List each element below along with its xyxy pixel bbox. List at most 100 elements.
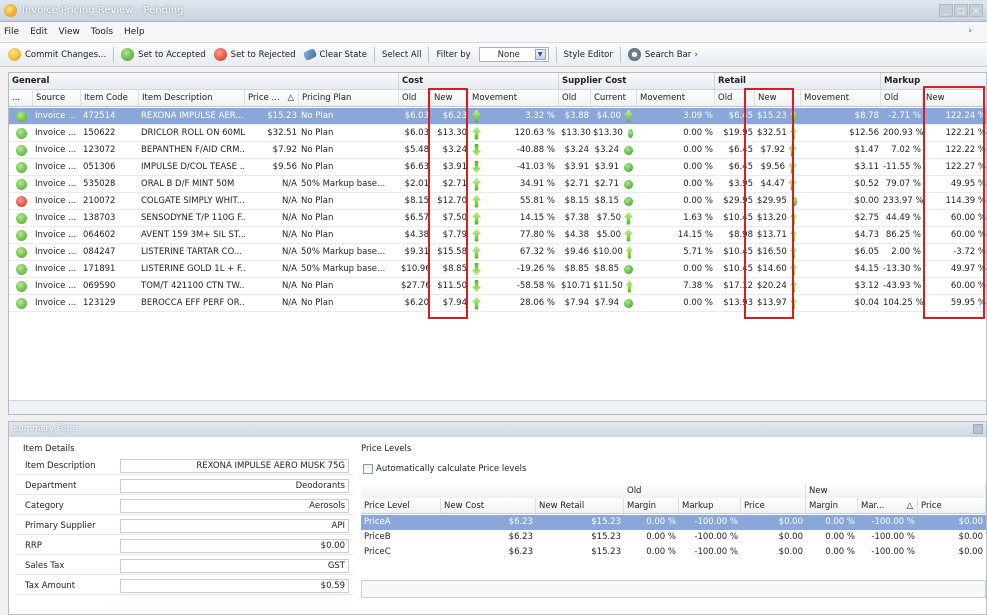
filter-dropdown[interactable]: None ▼: [478, 47, 549, 62]
menu-view[interactable]: View: [59, 27, 80, 37]
cell-retail-old: $10.45: [723, 247, 753, 257]
ph-new-retail[interactable]: New Retail: [536, 498, 624, 513]
menu-tools[interactable]: Tools: [91, 27, 113, 37]
cell-cost-new: $6.23: [442, 111, 467, 121]
table-row[interactable]: Invoice ... 069590 TOM/T 421100 CTN TW... N…: [9, 278, 986, 295]
cell-cost-old: $2.01: [404, 179, 429, 189]
table-row[interactable]: Invoice ... 535028 ORAL B D/F MINT 50M N/A 5…: [9, 176, 986, 193]
col-markup-new[interactable]: New: [923, 90, 986, 106]
style-editor-button[interactable]: Style Editor: [560, 45, 617, 65]
status-ok-icon[interactable]: [15, 161, 27, 173]
status-reject-icon[interactable]: [15, 195, 27, 207]
cell-markup-old: -13.30 %: [883, 264, 922, 274]
commit-button[interactable]: Commit Changes...: [4, 45, 110, 65]
col-supplier-movement[interactable]: Movement: [637, 90, 715, 106]
clear-state-button[interactable]: Clear State: [300, 45, 371, 65]
cell-supplier-current: $4.00: [591, 108, 637, 124]
status-ok-icon[interactable]: [15, 110, 27, 122]
col-item-code[interactable]: Item Code: [81, 90, 139, 106]
col-price[interactable]: Price ... △: [245, 90, 299, 106]
col-supplier-old[interactable]: Old: [559, 90, 591, 106]
detail-value-field[interactable]: Aerosols: [120, 499, 349, 513]
table-row[interactable]: Invoice ... 138703 SENSODYNE T/P 110G F...…: [9, 210, 986, 227]
detail-value-field[interactable]: $0.59: [120, 579, 349, 593]
maximize-button[interactable]: □: [954, 4, 968, 17]
table-row[interactable]: Invoice ... 051306 IMPULSE D/COL TEASE ...…: [9, 159, 986, 176]
ph-markup-new[interactable]: Mar... △: [858, 498, 918, 513]
col-source[interactable]: Source: [33, 90, 81, 106]
detail-value-field[interactable]: REXONA IMPULSE AERO MUSK 75G: [120, 459, 349, 473]
ph-margin-new[interactable]: Margin: [806, 498, 858, 513]
table-row[interactable]: Invoice ... 064602 AVENT 159 3M+ SIL ST...…: [9, 227, 986, 244]
price-levels-group-header: Old New: [361, 484, 986, 498]
price-level-row[interactable]: PriceA $6.23 $15.23 0.00 % -100.00 % $0.00 0.0…: [361, 515, 986, 530]
cell-retail-old: $6.45: [728, 111, 753, 121]
menu-help[interactable]: Help: [124, 27, 145, 37]
col-retail-movement[interactable]: Movement: [801, 90, 881, 106]
auto-calc-checkbox[interactable]: Automatically calculate Price levels: [361, 464, 986, 474]
ph-price-level[interactable]: Price Level: [361, 498, 441, 513]
cell-price-level: PriceC: [364, 547, 391, 557]
status-ok-icon[interactable]: [15, 178, 27, 190]
close-button[interactable]: ×: [969, 4, 983, 17]
table-row[interactable]: Invoice ... 171891 LISTERINE GOLD 1L + F..…: [9, 261, 986, 278]
cell-source: Invoice ...: [35, 281, 77, 291]
detail-label: Primary Supplier: [25, 521, 96, 531]
cell-value: $7.94: [594, 298, 619, 308]
cell-retail-old: $10.45: [723, 213, 753, 223]
ph-margin[interactable]: Margin: [624, 498, 679, 513]
col-cost-movement[interactable]: Movement: [469, 90, 559, 106]
no-change-dot-icon: [791, 196, 797, 206]
status-ok-icon[interactable]: [15, 229, 27, 241]
cell-cost-movement: -58.58 %: [469, 278, 559, 294]
set-rejected-button[interactable]: Set to Rejected: [210, 45, 300, 65]
status-ok-icon[interactable]: [15, 212, 27, 224]
search-bar-button[interactable]: Search Bar ›: [624, 45, 702, 65]
col-supplier-current[interactable]: Current: [591, 90, 637, 106]
minimize-button[interactable]: _: [939, 4, 953, 17]
col-retail-new[interactable]: New: [755, 90, 801, 106]
detail-value-field[interactable]: $0.00: [120, 539, 349, 553]
ph-price-new[interactable]: Price: [918, 498, 986, 513]
menu-edit[interactable]: Edit: [30, 27, 47, 37]
detail-value-field[interactable]: API: [120, 519, 349, 533]
cell-cost-new: $15.58: [437, 247, 467, 257]
cell-supplier-current: $13.30: [591, 125, 637, 141]
status-ok-icon[interactable]: [15, 297, 27, 309]
grid-rows: Invoice ... 472514 REXONA IMPULSE AER... $1…: [9, 108, 986, 312]
table-row[interactable]: Invoice ... 123072 BEPANTHEN F/AID CRM... $…: [9, 142, 986, 159]
table-row[interactable]: Invoice ... 472514 REXONA IMPULSE AER... $1…: [9, 108, 986, 125]
table-row[interactable]: Invoice ... 150622 DRICLOR ROLL ON 60ML $32…: [9, 125, 986, 142]
cell-item-code: 535028: [83, 179, 116, 189]
col-state[interactable]: ...: [9, 90, 33, 106]
col-cost-old[interactable]: Old: [399, 90, 431, 106]
table-row[interactable]: Invoice ... 123129 BEROCCA EFF PERF OR... N…: [9, 295, 986, 312]
col-item-description[interactable]: Item Description: [139, 90, 245, 106]
detail-value-field[interactable]: Deodorants: [120, 479, 349, 493]
status-ok-icon[interactable]: [15, 144, 27, 156]
col-pricing-plan[interactable]: Pricing Plan: [299, 90, 399, 106]
set-accepted-button[interactable]: Set to Accepted: [117, 45, 210, 65]
status-ok-icon[interactable]: [15, 127, 27, 139]
ph-new-cost[interactable]: New Cost: [441, 498, 536, 513]
horizontal-scrollbar[interactable]: [9, 400, 986, 414]
ph-price[interactable]: Price: [741, 498, 806, 513]
toolbar-overflow-icon[interactable]: ›: [694, 50, 698, 60]
price-level-row[interactable]: PriceC $6.23 $15.23 0.00 % -100.00 % $0.00 0.0…: [361, 545, 986, 560]
select-all-button[interactable]: Select All: [378, 45, 425, 65]
price-level-row[interactable]: PriceB $6.23 $15.23 0.00 % -100.00 % $0.00 0.0…: [361, 530, 986, 545]
table-row[interactable]: Invoice ... 210072 COLGATE SIMPLY WHIT... N…: [9, 193, 986, 210]
status-ok-icon[interactable]: [15, 246, 27, 258]
menu-overflow-icon[interactable]: ›: [968, 26, 972, 36]
status-ok-icon[interactable]: [15, 263, 27, 275]
status-ok-icon[interactable]: [15, 280, 27, 292]
col-retail-old[interactable]: Old: [715, 90, 755, 106]
pin-icon[interactable]: [973, 424, 983, 434]
menu-file[interactable]: File: [4, 27, 19, 37]
ph-markup[interactable]: Markup: [679, 498, 741, 513]
col-markup-old[interactable]: Old: [881, 90, 923, 106]
detail-value-field[interactable]: GST: [120, 559, 349, 573]
accept-icon: [121, 48, 135, 61]
col-cost-new[interactable]: New: [431, 90, 469, 106]
table-row[interactable]: Invoice ... 084247 LISTERINE TARTAR CO... N…: [9, 244, 986, 261]
